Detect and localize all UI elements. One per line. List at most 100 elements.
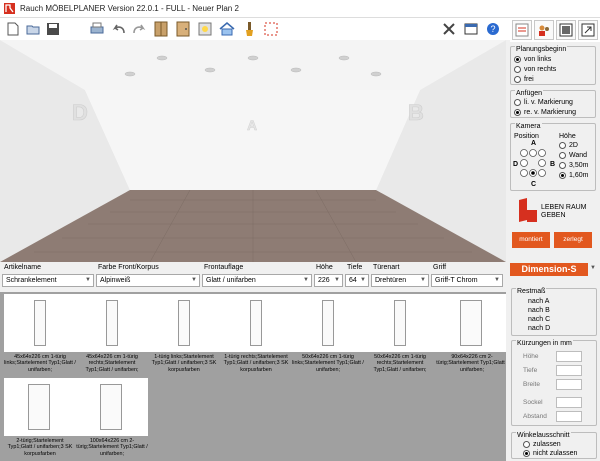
chevron-down-icon: ▼ — [85, 277, 91, 283]
restmass-a[interactable]: nach A — [528, 298, 549, 305]
catalog-item[interactable]: 45x64x226 cm 1-türig links;Startelement … — [4, 294, 76, 378]
height-160[interactable]: 1,60m — [559, 172, 588, 179]
griff-select[interactable]: Griff-T Chrom ▼ — [431, 274, 503, 287]
kuerzungen-title: Kürzungen in mm — [516, 340, 573, 347]
camera-position-grid[interactable] — [519, 148, 549, 180]
wardrobe-icon[interactable] — [152, 20, 170, 38]
hoehe-select[interactable]: 226 ▼ — [314, 274, 343, 287]
label-hoehe: Höhe — [523, 353, 539, 360]
brand-text-1: LEBEN RAUM — [541, 204, 587, 211]
artikelname-select[interactable]: Schrankelement ▼ — [2, 274, 94, 287]
header-tuerenart: Türenart — [373, 264, 400, 271]
radio-zulassen[interactable]: zulassen — [523, 441, 561, 448]
right-toolbar — [510, 18, 600, 42]
kamera-group: Kamera Position Höhe A D B C 2D Wand 3,5… — [510, 123, 596, 191]
camera-pos-d: D — [513, 161, 519, 168]
frontauflage-select[interactable]: Glatt / unifarben ▼ — [202, 274, 312, 287]
users-icon[interactable] — [534, 20, 554, 40]
chevron-down-icon: ▼ — [494, 277, 500, 283]
window-settings-icon[interactable] — [462, 20, 480, 38]
svg-text:?: ? — [490, 24, 495, 34]
chevron-down-icon: ▼ — [360, 277, 366, 283]
restmass-c[interactable]: nach C — [528, 316, 550, 323]
radio-re-v-markierung[interactable]: re. v. Markierung — [514, 109, 576, 116]
planner-icon[interactable] — [512, 20, 532, 40]
room-light-icon[interactable] — [196, 20, 214, 38]
kamera-position-label: Position — [514, 133, 539, 140]
header-artikelname: Artikelname — [4, 264, 41, 271]
chevron-down-icon[interactable]: ▼ — [590, 265, 596, 271]
catalog-item[interactable]: 50x64x226 cm 1-türig rechts;Startelement… — [364, 294, 436, 378]
room-3d-view[interactable]: D A B — [0, 40, 506, 262]
tiefe-field[interactable] — [556, 365, 582, 376]
window-icon[interactable] — [556, 20, 576, 40]
new-file-icon[interactable] — [4, 20, 22, 38]
catalog-item[interactable]: 1-türig links;Startelement Typ1;Glatt / … — [148, 294, 220, 378]
catalog-item[interactable]: 1-türig rechts;Startelement Typ1;Glatt /… — [220, 294, 292, 378]
radio-nicht-zulassen[interactable]: nicht zulassen — [523, 450, 577, 457]
catalog-item[interactable]: 100x64x226 cm 2-türig;Startelement Typ1;… — [76, 378, 148, 461]
hoehe-field[interactable] — [556, 351, 582, 362]
radio-li-v-markierung[interactable]: li. v. Markierung — [514, 99, 573, 106]
radio-frei[interactable]: frei — [514, 76, 534, 83]
restmass-d[interactable]: nach D — [528, 325, 550, 332]
chevron-down-icon: ▼ — [303, 277, 309, 283]
radio-von-rechts[interactable]: von rechts — [514, 66, 556, 73]
header-farbe: Farbe Front/Korpus — [98, 264, 159, 271]
planungsbeginn-group: Planungsbeginn von links von rechts frei — [510, 46, 596, 85]
selection-grid-icon[interactable] — [262, 20, 280, 38]
wall-label-b: B — [408, 100, 424, 125]
tools-icon[interactable] — [440, 20, 458, 38]
redo-icon[interactable] — [130, 20, 148, 38]
print-icon[interactable] — [88, 20, 106, 38]
room-scene: D A B — [0, 40, 506, 262]
kamera-hoehe-label: Höhe — [559, 133, 576, 140]
tiefe-select[interactable]: 64 ▼ — [345, 274, 369, 287]
camera-pos-c: C — [531, 181, 537, 188]
farbe-select[interactable]: Alpinweiß ▼ — [96, 274, 200, 287]
label-abstand: Abstand — [523, 413, 547, 420]
breite-field[interactable] — [556, 379, 582, 390]
anfuegen-group: Anfügen li. v. Markierung re. v. Markier… — [510, 90, 596, 118]
catalog-item[interactable]: 2-türig;Startelement Typ1;Glatt / unifar… — [4, 378, 76, 461]
properties-bar: Artikelname Farbe Front/Korpus Frontaufl… — [0, 262, 506, 290]
chevron-down-icon: ▼ — [191, 277, 197, 283]
settings-panel: Planungsbeginn von links von rechts frei… — [507, 42, 600, 263]
tuerenart-select[interactable]: Drehtüren ▼ — [371, 274, 429, 287]
house-icon[interactable] — [218, 20, 236, 38]
brand-text-2: GEBEN — [541, 212, 566, 219]
restmass-b[interactable]: nach B — [528, 307, 550, 314]
brand-logo-icon — [519, 198, 537, 222]
sockel-field[interactable] — [556, 397, 582, 408]
height-2d[interactable]: 2D — [559, 142, 578, 149]
undo-icon[interactable] — [110, 20, 128, 38]
export-icon[interactable] — [578, 20, 598, 40]
restmass-group: Restmaß nach A nach B nach C nach D — [511, 288, 597, 336]
dimension-select[interactable]: Dimension-S — [510, 263, 588, 276]
label-breite: Breite — [523, 381, 540, 388]
save-icon[interactable] — [44, 20, 62, 38]
wardrobe-door-icon[interactable] — [174, 20, 192, 38]
wall-label-a: A — [247, 117, 257, 133]
brush-icon[interactable] — [240, 20, 258, 38]
title-bar: Rauch MÖBELPLANER Version 22.0.1 - FULL … — [0, 0, 600, 18]
article-catalog: 45x64x226 cm 1-türig links;Startelement … — [0, 292, 506, 461]
wall-label-d: D — [72, 100, 88, 125]
montiert-button[interactable]: montiert — [512, 232, 550, 248]
radio-von-links[interactable]: von links — [514, 56, 551, 63]
chevron-down-icon: ▼ — [420, 277, 426, 283]
open-file-icon[interactable] — [24, 20, 42, 38]
zerlegt-button[interactable]: zerlegt — [554, 232, 592, 248]
height-wand[interactable]: Wand — [559, 152, 587, 159]
camera-pos-b: B — [550, 161, 556, 168]
height-350[interactable]: 3,50m — [559, 162, 588, 169]
winkelausschnitt-title: Winkelausschnitt — [516, 432, 571, 439]
catalog-item[interactable]: 45x64x226 cm 1-türig rechts;Startelement… — [76, 294, 148, 378]
abstand-field[interactable] — [556, 411, 582, 422]
header-frontauflage: Frontauflage — [204, 264, 244, 271]
planungsbeginn-title: Planungsbeginn — [515, 46, 568, 53]
catalog-item[interactable]: 50x64x226 cm 1-türig links;Startelement … — [292, 294, 364, 378]
help-icon[interactable]: ? — [484, 20, 502, 38]
camera-pos-a: A — [531, 140, 537, 147]
catalog-item[interactable]: 90x64x226 cm 2-türig;Startelement Typ1;G… — [436, 294, 506, 378]
